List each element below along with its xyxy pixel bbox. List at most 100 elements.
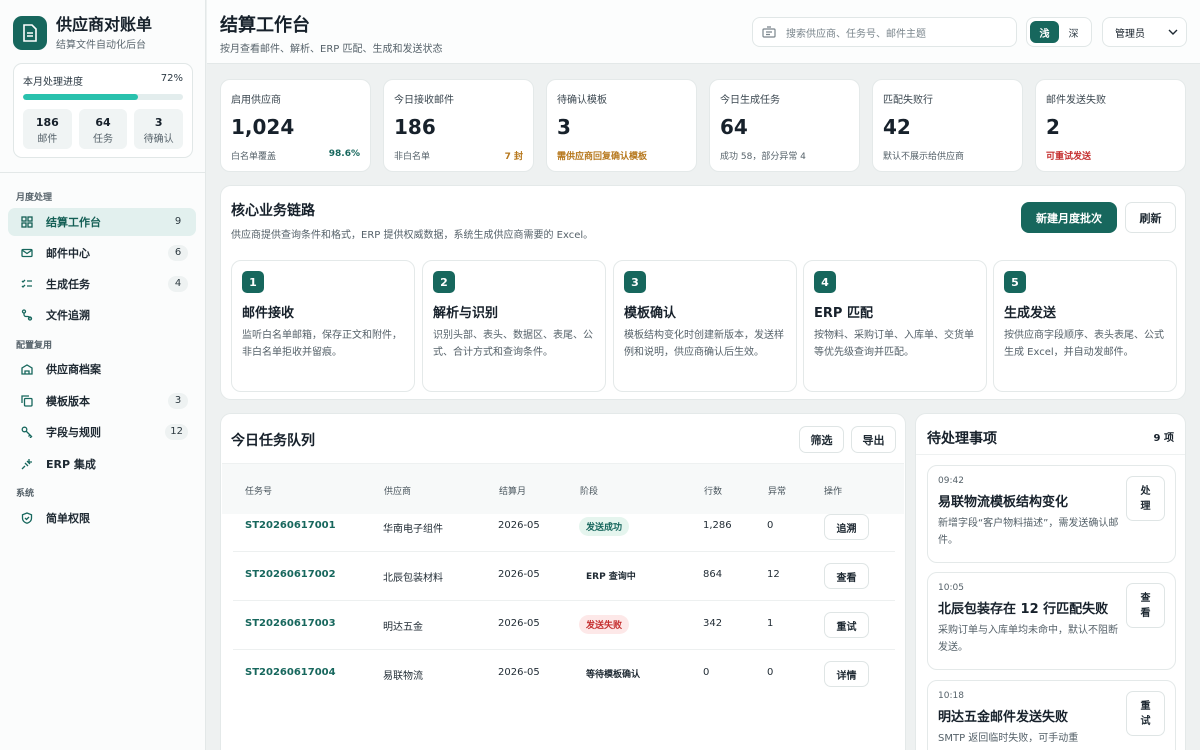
- step-title: ERP 匹配: [814, 306, 873, 321]
- mail-icon: [20, 247, 33, 260]
- settlement-month: 2026-05: [498, 520, 540, 531]
- pending-item-desc: 新增字段“客户物料描述”，需发送确认邮件。: [938, 518, 1119, 546]
- stat-label: 待确认: [143, 134, 174, 145]
- sidebar-item-template-versions[interactable]: 模板版本 3: [8, 387, 196, 415]
- kpi-card-match-failures: 匹配失败行 42 默认不展示给供应商: [872, 79, 1023, 172]
- sidebar-item-label: 生成任务: [46, 278, 90, 291]
- task-id[interactable]: ST20260617001: [245, 520, 336, 531]
- kpi-foot: 可重试发送: [1046, 152, 1092, 162]
- kpi-label: 匹配失败行: [883, 95, 933, 106]
- error-count: 1: [767, 618, 774, 629]
- theme-light-button[interactable]: 浅: [1030, 21, 1059, 43]
- step-card: 4 ERP 匹配 按物料、采购订单、入库单、交货单等优先级查询并匹配。: [803, 260, 987, 392]
- chain-description: 供应商提供查询条件和格式，ERP 提供权威数据，系统生成供应商需要的 Excel…: [231, 230, 594, 241]
- chevron-down-icon: [1168, 27, 1178, 38]
- view-button[interactable]: 查看: [824, 563, 869, 589]
- kpi-card-mails: 今日接收邮件 186 非白名单 7 封: [383, 79, 534, 172]
- export-button[interactable]: 导出: [851, 426, 896, 453]
- kpi-label: 今日生成任务: [720, 95, 780, 106]
- filter-button[interactable]: 筛选: [799, 426, 844, 453]
- refresh-button[interactable]: 刷新: [1125, 202, 1176, 233]
- column-header: 操作: [824, 487, 843, 497]
- role-value: 管理员: [1115, 28, 1145, 40]
- key-icon: [20, 426, 33, 439]
- pending-title: 待处理事项: [927, 431, 997, 447]
- retry-button[interactable]: 重试: [824, 612, 869, 638]
- chain-title: 核心业务链路: [231, 203, 315, 219]
- kpi-foot-value: 7 封: [504, 152, 523, 162]
- theme-toggle[interactable]: 浅 深: [1026, 17, 1092, 47]
- sidebar-item-supplier-profiles[interactable]: 供应商档案: [8, 355, 196, 383]
- column-header: 供应商: [384, 487, 412, 497]
- nav-count: 4: [168, 276, 188, 292]
- retry-button[interactable]: 重试: [1126, 691, 1165, 736]
- error-count: 0: [767, 520, 774, 531]
- stat-value: 186: [35, 116, 59, 129]
- stat-tasks: 64 任务: [78, 109, 128, 149]
- line-count: 1,286: [703, 520, 732, 531]
- supplier-name: 易联物流: [383, 671, 423, 682]
- kpi-value: 64: [720, 115, 748, 139]
- sidebar-item-label: 文件追溯: [46, 309, 90, 322]
- stage-badge: 发送成功: [579, 517, 630, 536]
- step-card: 1 邮件接收 监听白名单邮箱，保存正文和附件，非白名单拒收并留痕。: [231, 260, 415, 392]
- sidebar-item-workbench[interactable]: 结算工作台 9: [8, 208, 196, 236]
- new-batch-button[interactable]: 新建月度批次: [1021, 202, 1117, 233]
- sidebar-item-tasks[interactable]: 生成任务 4: [8, 270, 196, 298]
- progress-label: 本月处理进度: [23, 77, 83, 88]
- sidebar-item-label: ERP 集成: [46, 458, 96, 471]
- error-count: 12: [767, 569, 780, 580]
- sidebar-item-permissions[interactable]: 简单权限: [8, 504, 196, 532]
- details-button[interactable]: 详情: [824, 661, 869, 687]
- table-row: ST20260617002 北辰包装材料 2026-05 ERP 查询中 864…: [233, 552, 895, 601]
- view-button[interactable]: 查看: [1126, 583, 1165, 628]
- kpi-label: 今日接收邮件: [394, 95, 454, 106]
- task-id[interactable]: ST20260617003: [245, 618, 336, 629]
- search-icon: [762, 26, 776, 38]
- pending-card: 10:18 明达五金邮件发送失败 SMTP 返回临时失败，可手动重 重试: [927, 680, 1176, 750]
- sidebar-item-fields-rules[interactable]: 字段与规则 12: [8, 418, 196, 446]
- step-title: 模板确认: [624, 306, 677, 321]
- nav-count: 6: [168, 245, 188, 261]
- step-card: 5 生成发送 按供应商字段顺序、表头表尾、公式生成 Excel，并自动发邮件。: [993, 260, 1177, 392]
- supplier-name: 北辰包装材料: [383, 573, 443, 584]
- table-row: ST20260617003 明达五金 2026-05 发送失败 342 1 重试: [233, 601, 895, 650]
- theme-dark-button[interactable]: 深: [1059, 21, 1088, 43]
- task-queue-title: 今日任务队列: [231, 433, 315, 449]
- handle-button[interactable]: 处理: [1126, 476, 1165, 521]
- sidebar-item-label: 邮件中心: [46, 247, 90, 260]
- kpi-label: 邮件发送失败: [1046, 95, 1106, 106]
- step-number: 2: [433, 271, 455, 293]
- sidebar-item-file-trace[interactable]: 文件追溯: [8, 301, 196, 329]
- shield-icon: [20, 512, 33, 525]
- stat-value: 3: [154, 116, 163, 129]
- page-subtitle: 按月查看邮件、解析、ERP 匹配、生成和发送状态: [220, 44, 443, 55]
- sidebar-item-erp[interactable]: ERP 集成: [8, 450, 196, 478]
- step-desc: 按供应商字段顺序、表头表尾、公式生成 Excel，并自动发邮件。: [1004, 330, 1164, 358]
- nav-section-system: 系统: [16, 489, 35, 499]
- nav-count: 9: [174, 216, 182, 227]
- search-input[interactable]: 搜索供应商、任务号、邮件主题: [752, 17, 1017, 47]
- plug-icon: [20, 458, 33, 471]
- error-count: 0: [767, 667, 774, 678]
- line-count: 864: [703, 569, 723, 580]
- sidebar-item-label: 简单权限: [46, 512, 90, 525]
- line-count: 342: [703, 618, 723, 629]
- divider: [0, 172, 206, 173]
- route-icon: [20, 309, 33, 322]
- column-header: 结算月: [499, 487, 527, 497]
- pending-item-title: 北辰包装存在 12 行匹配失败: [938, 602, 1109, 617]
- trace-button[interactable]: 追溯: [824, 514, 869, 540]
- step-card: 3 模板确认 模板结构变化时创建新版本，发送样例和说明，供应商确认后生效。: [613, 260, 797, 392]
- step-title: 邮件接收: [242, 306, 295, 321]
- task-queue-panel: 今日任务队列 筛选 导出 任务号 供应商 结算月 阶段 行数 异常 操作 ST2…: [220, 413, 906, 750]
- sidebar-item-mail-center[interactable]: 邮件中心 6: [8, 239, 196, 267]
- pending-count: 9 项: [1153, 433, 1174, 444]
- role-select[interactable]: 管理员: [1102, 17, 1187, 47]
- task-id[interactable]: ST20260617004: [245, 667, 336, 678]
- stage-badge: ERP 查询中: [586, 572, 636, 582]
- monthly-progress-card: 本月处理进度 72% 186 邮件 64 任务 3 待确认: [13, 63, 193, 158]
- search-placeholder: 搜索供应商、任务号、邮件主题: [786, 28, 926, 40]
- task-id[interactable]: ST20260617002: [245, 569, 336, 580]
- step-card: 2 解析与识别 识别头部、表头、数据区、表尾、公式、合计方式和查询条件。: [422, 260, 606, 392]
